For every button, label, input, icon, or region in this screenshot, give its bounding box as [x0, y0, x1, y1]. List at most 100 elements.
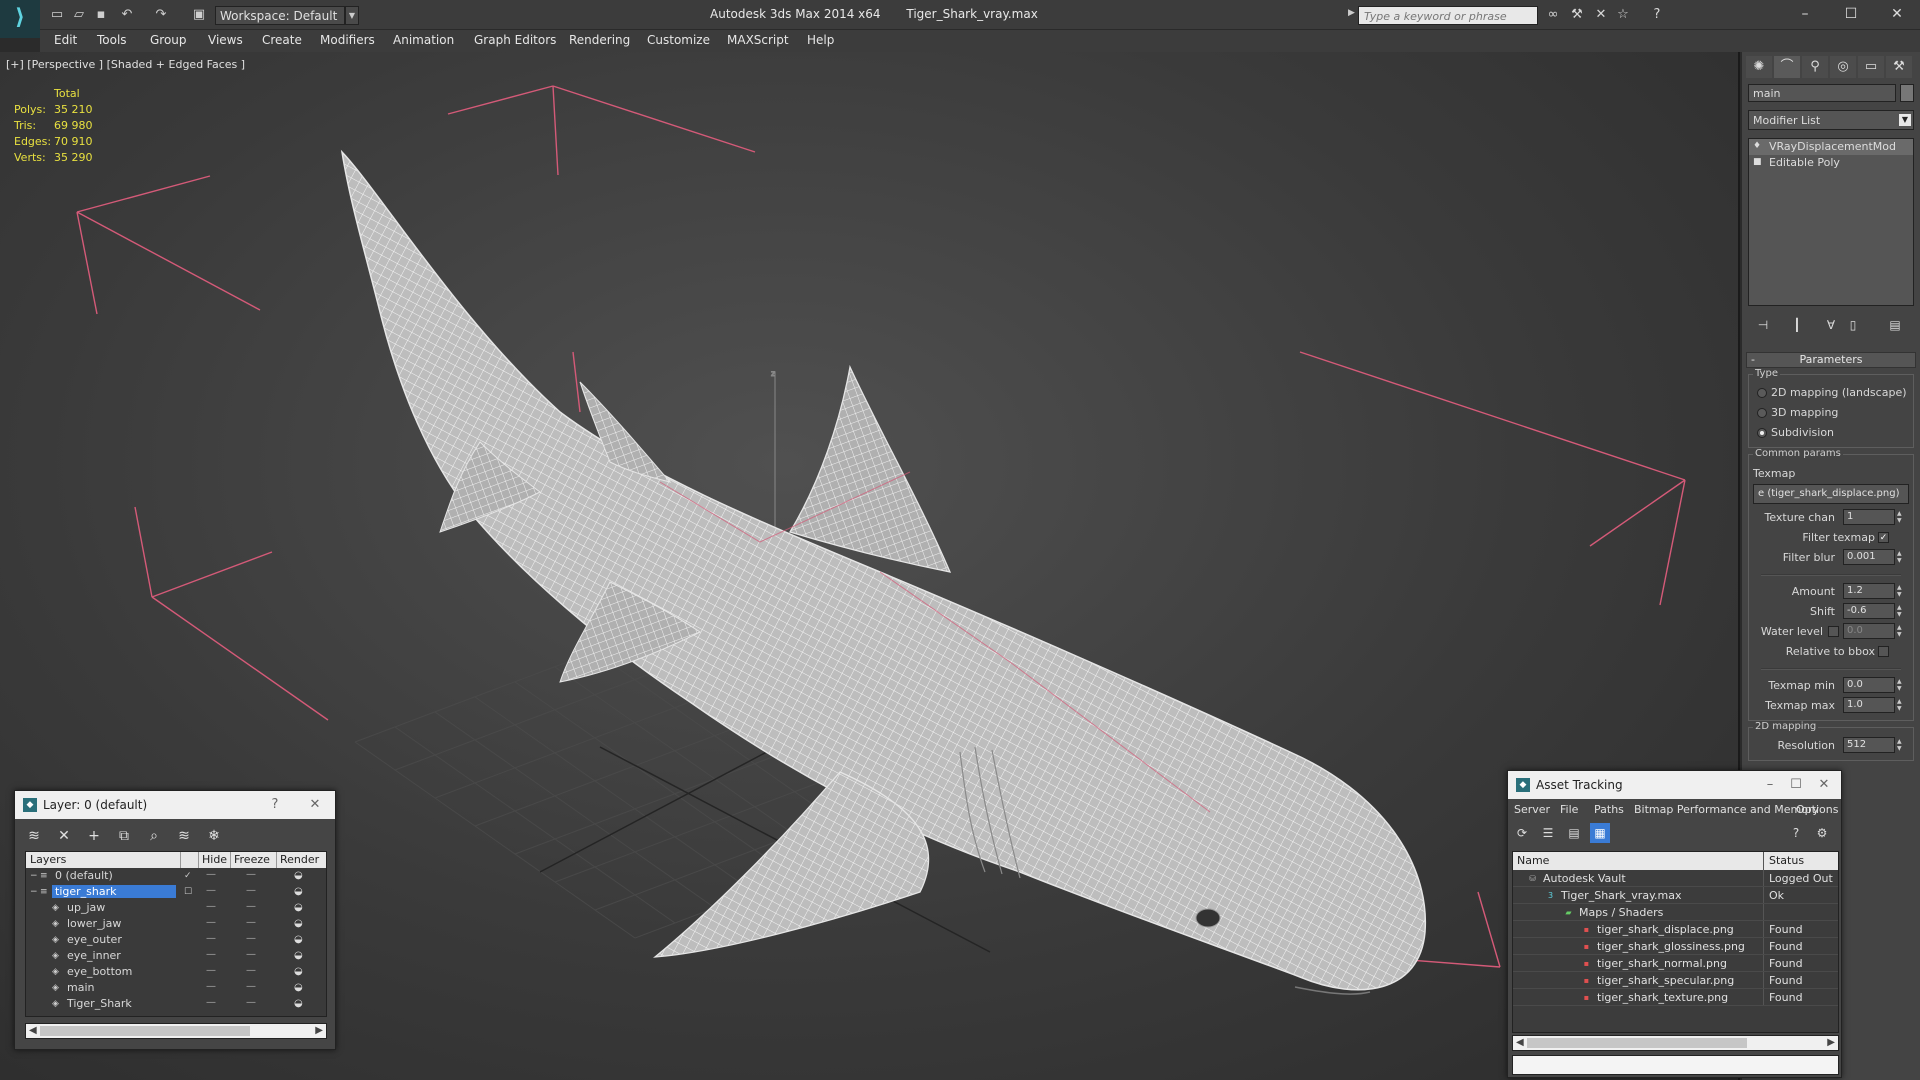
- scroll-right-icon[interactable]: ▶: [1827, 1037, 1835, 1048]
- layer-name[interactable]: 0 (default): [52, 869, 116, 882]
- maximize-icon[interactable]: ☐: [1836, 4, 1866, 24]
- maximize-icon[interactable]: ☐: [1786, 776, 1806, 794]
- hide-toggle[interactable]: —: [206, 901, 216, 912]
- redo-icon[interactable]: ↷: [152, 6, 170, 24]
- water-level-checkbox[interactable]: [1828, 626, 1839, 637]
- spinner-arrows-icon[interactable]: ▲ ▼: [1897, 678, 1905, 692]
- favorites-star-icon[interactable]: ☆: [1614, 7, 1632, 23]
- layer-row[interactable]: ◈ Tiger_Shark — — ◒: [26, 996, 326, 1012]
- asset-row[interactable]: ▪ tiger_shark_normal.png Found: [1513, 955, 1838, 972]
- create-tab-icon[interactable]: ✺: [1746, 56, 1772, 78]
- freeze-toggle[interactable]: —: [246, 917, 256, 928]
- asset-row[interactable]: ▪ tiger_shark_specular.png Found: [1513, 972, 1838, 989]
- menu-edit[interactable]: Edit: [54, 33, 77, 47]
- asset-row[interactable]: ▪ tiger_shark_texture.png Found: [1513, 989, 1838, 1006]
- hide-toggle[interactable]: —: [206, 869, 216, 880]
- layer-scrollbar[interactable]: ◀ ▶: [25, 1023, 327, 1039]
- motion-tab-icon[interactable]: ◎: [1830, 56, 1856, 78]
- layer-dialog-titlebar[interactable]: ◆ Layer: 0 (default) ? ✕: [15, 791, 335, 819]
- scroll-thumb[interactable]: [40, 1026, 250, 1036]
- spinner-arrows-icon[interactable]: ▲ ▼: [1897, 550, 1905, 564]
- detail-view-icon[interactable]: ▤: [1564, 823, 1584, 843]
- asset-table[interactable]: Name Status ⛁ Autodesk Vault Logged Out 3 Ti…: [1512, 851, 1839, 1033]
- hide-toggle[interactable]: —: [206, 949, 216, 960]
- scroll-left-icon[interactable]: ◀: [29, 1025, 37, 1036]
- layer-name[interactable]: Tiger_Shark: [64, 997, 135, 1010]
- modifier-list-dropdown[interactable]: Modifier List ▼: [1748, 110, 1914, 130]
- search-expand-icon[interactable]: ▶: [1348, 8, 1355, 18]
- menu-group[interactable]: Group: [150, 33, 187, 47]
- binoculars-icon[interactable]: ∞: [1544, 7, 1562, 23]
- layer-name[interactable]: lower_jaw: [64, 917, 124, 930]
- layer-row[interactable]: ◈ eye_inner — — ◒: [26, 948, 326, 964]
- subscription-icon[interactable]: ⚒: [1568, 7, 1586, 23]
- help-icon[interactable]: ?: [1648, 7, 1666, 23]
- select-objects-icon[interactable]: ⧉: [113, 825, 135, 847]
- menu-modifiers[interactable]: Modifiers: [320, 33, 375, 47]
- communication-icon[interactable]: ✕: [1592, 7, 1610, 23]
- water-level-spinner[interactable]: 0.0: [1843, 623, 1895, 639]
- freeze-toggle[interactable]: —: [246, 949, 256, 960]
- make-unique-icon[interactable]: ∀: [1820, 314, 1842, 336]
- app-logo-icon[interactable]: ⟩: [0, 0, 40, 38]
- menu-graph-editors[interactable]: Graph Editors: [474, 33, 556, 47]
- refresh-icon[interactable]: ⟳: [1512, 823, 1532, 843]
- parameters-rollout-header[interactable]: - Parameters: [1746, 352, 1916, 368]
- freeze-toggle[interactable]: —: [246, 981, 256, 992]
- menu-views[interactable]: Views: [208, 33, 243, 47]
- hierarchy-tab-icon[interactable]: ⚲: [1802, 56, 1828, 78]
- create-layer-icon[interactable]: ≋: [23, 825, 45, 847]
- viewport-label[interactable]: [+] [Perspective ] [Shaded + Edged Faces…: [6, 58, 245, 71]
- layer-row[interactable]: ◈ up_jaw — — ◒: [26, 900, 326, 916]
- layer-row[interactable]: ◈ main — — ◒: [26, 980, 326, 996]
- expand-icon[interactable]: −: [30, 887, 40, 897]
- modifier-stack[interactable]: ♦ VRayDisplacementMod ■ Editable Poly: [1748, 138, 1914, 306]
- menu-maxscript[interactable]: MAXScript: [727, 33, 789, 47]
- hide-toggle[interactable]: —: [206, 997, 216, 1008]
- texmap-button[interactable]: e (tiger_shark_displace.png): [1753, 484, 1909, 504]
- scroll-right-icon[interactable]: ▶: [315, 1025, 323, 1036]
- set-current-box-icon[interactable]: ☐: [184, 887, 194, 897]
- modify-tab-icon[interactable]: ⌒: [1774, 56, 1800, 78]
- expand-square-icon[interactable]: ■: [1753, 157, 1763, 167]
- asset-menu-options[interactable]: Options: [1796, 803, 1838, 816]
- expand-icon[interactable]: −: [30, 871, 40, 881]
- hide-toggle[interactable]: —: [206, 981, 216, 992]
- radio-subdivision[interactable]: Subdivision: [1753, 423, 1909, 443]
- render-teapot-icon[interactable]: ◒: [294, 870, 303, 881]
- workspace-select[interactable]: Workspace: Default: [215, 6, 345, 25]
- layer-table[interactable]: Layers Hide Freeze Render − ≡ 0 (default) ✓…: [25, 851, 327, 1017]
- asset-row[interactable]: ▰ Maps / Shaders: [1513, 904, 1838, 921]
- layer-name[interactable]: eye_bottom: [64, 965, 135, 978]
- hide-toggle[interactable]: —: [206, 885, 216, 896]
- undo-icon[interactable]: ↶: [118, 6, 136, 24]
- freeze-toggle[interactable]: —: [246, 933, 256, 944]
- texmap-min-spinner[interactable]: 0.0: [1843, 677, 1895, 693]
- table-view-icon[interactable]: ▦: [1590, 823, 1610, 843]
- spinner-arrows-icon[interactable]: ▲ ▼: [1897, 624, 1905, 638]
- layer-name[interactable]: eye_inner: [64, 949, 124, 962]
- spinner-arrows-icon[interactable]: ▲ ▼: [1897, 604, 1905, 618]
- layer-row[interactable]: − ≡ tiger_shark ☐ — — ◒: [26, 884, 326, 900]
- asset-row[interactable]: 3 Tiger_Shark_vray.max Ok: [1513, 887, 1838, 904]
- asset-menu-server[interactable]: Server: [1514, 803, 1550, 816]
- freeze-toggle[interactable]: —: [246, 885, 256, 896]
- menu-rendering[interactable]: Rendering: [569, 33, 630, 47]
- configure-sets-icon[interactable]: ▤: [1884, 314, 1906, 336]
- menu-create[interactable]: Create: [262, 33, 302, 47]
- list-view-icon[interactable]: ☰: [1538, 823, 1558, 843]
- spinner-arrows-icon[interactable]: ▲ ▼: [1897, 510, 1905, 524]
- close-icon[interactable]: ✕: [1882, 4, 1912, 24]
- hide-toggle[interactable]: —: [206, 965, 216, 976]
- menu-help[interactable]: Help: [807, 33, 834, 47]
- spinner-arrows-icon[interactable]: ▲ ▼: [1897, 738, 1905, 752]
- asset-menu-file[interactable]: File: [1560, 803, 1578, 816]
- shift-spinner[interactable]: -0.6: [1843, 603, 1895, 619]
- filter-blur-spinner[interactable]: 0.001: [1843, 549, 1895, 565]
- search-input[interactable]: Type a keyword or phrase: [1358, 6, 1538, 25]
- chevron-down-icon[interactable]: ▼: [1899, 114, 1911, 126]
- layer-name[interactable]: tiger_shark: [52, 885, 176, 898]
- layer-row[interactable]: ◈ eye_bottom — — ◒: [26, 964, 326, 980]
- new-file-icon[interactable]: ▭: [48, 6, 66, 24]
- layer-row[interactable]: ◈ eye_outer — — ◒: [26, 932, 326, 948]
